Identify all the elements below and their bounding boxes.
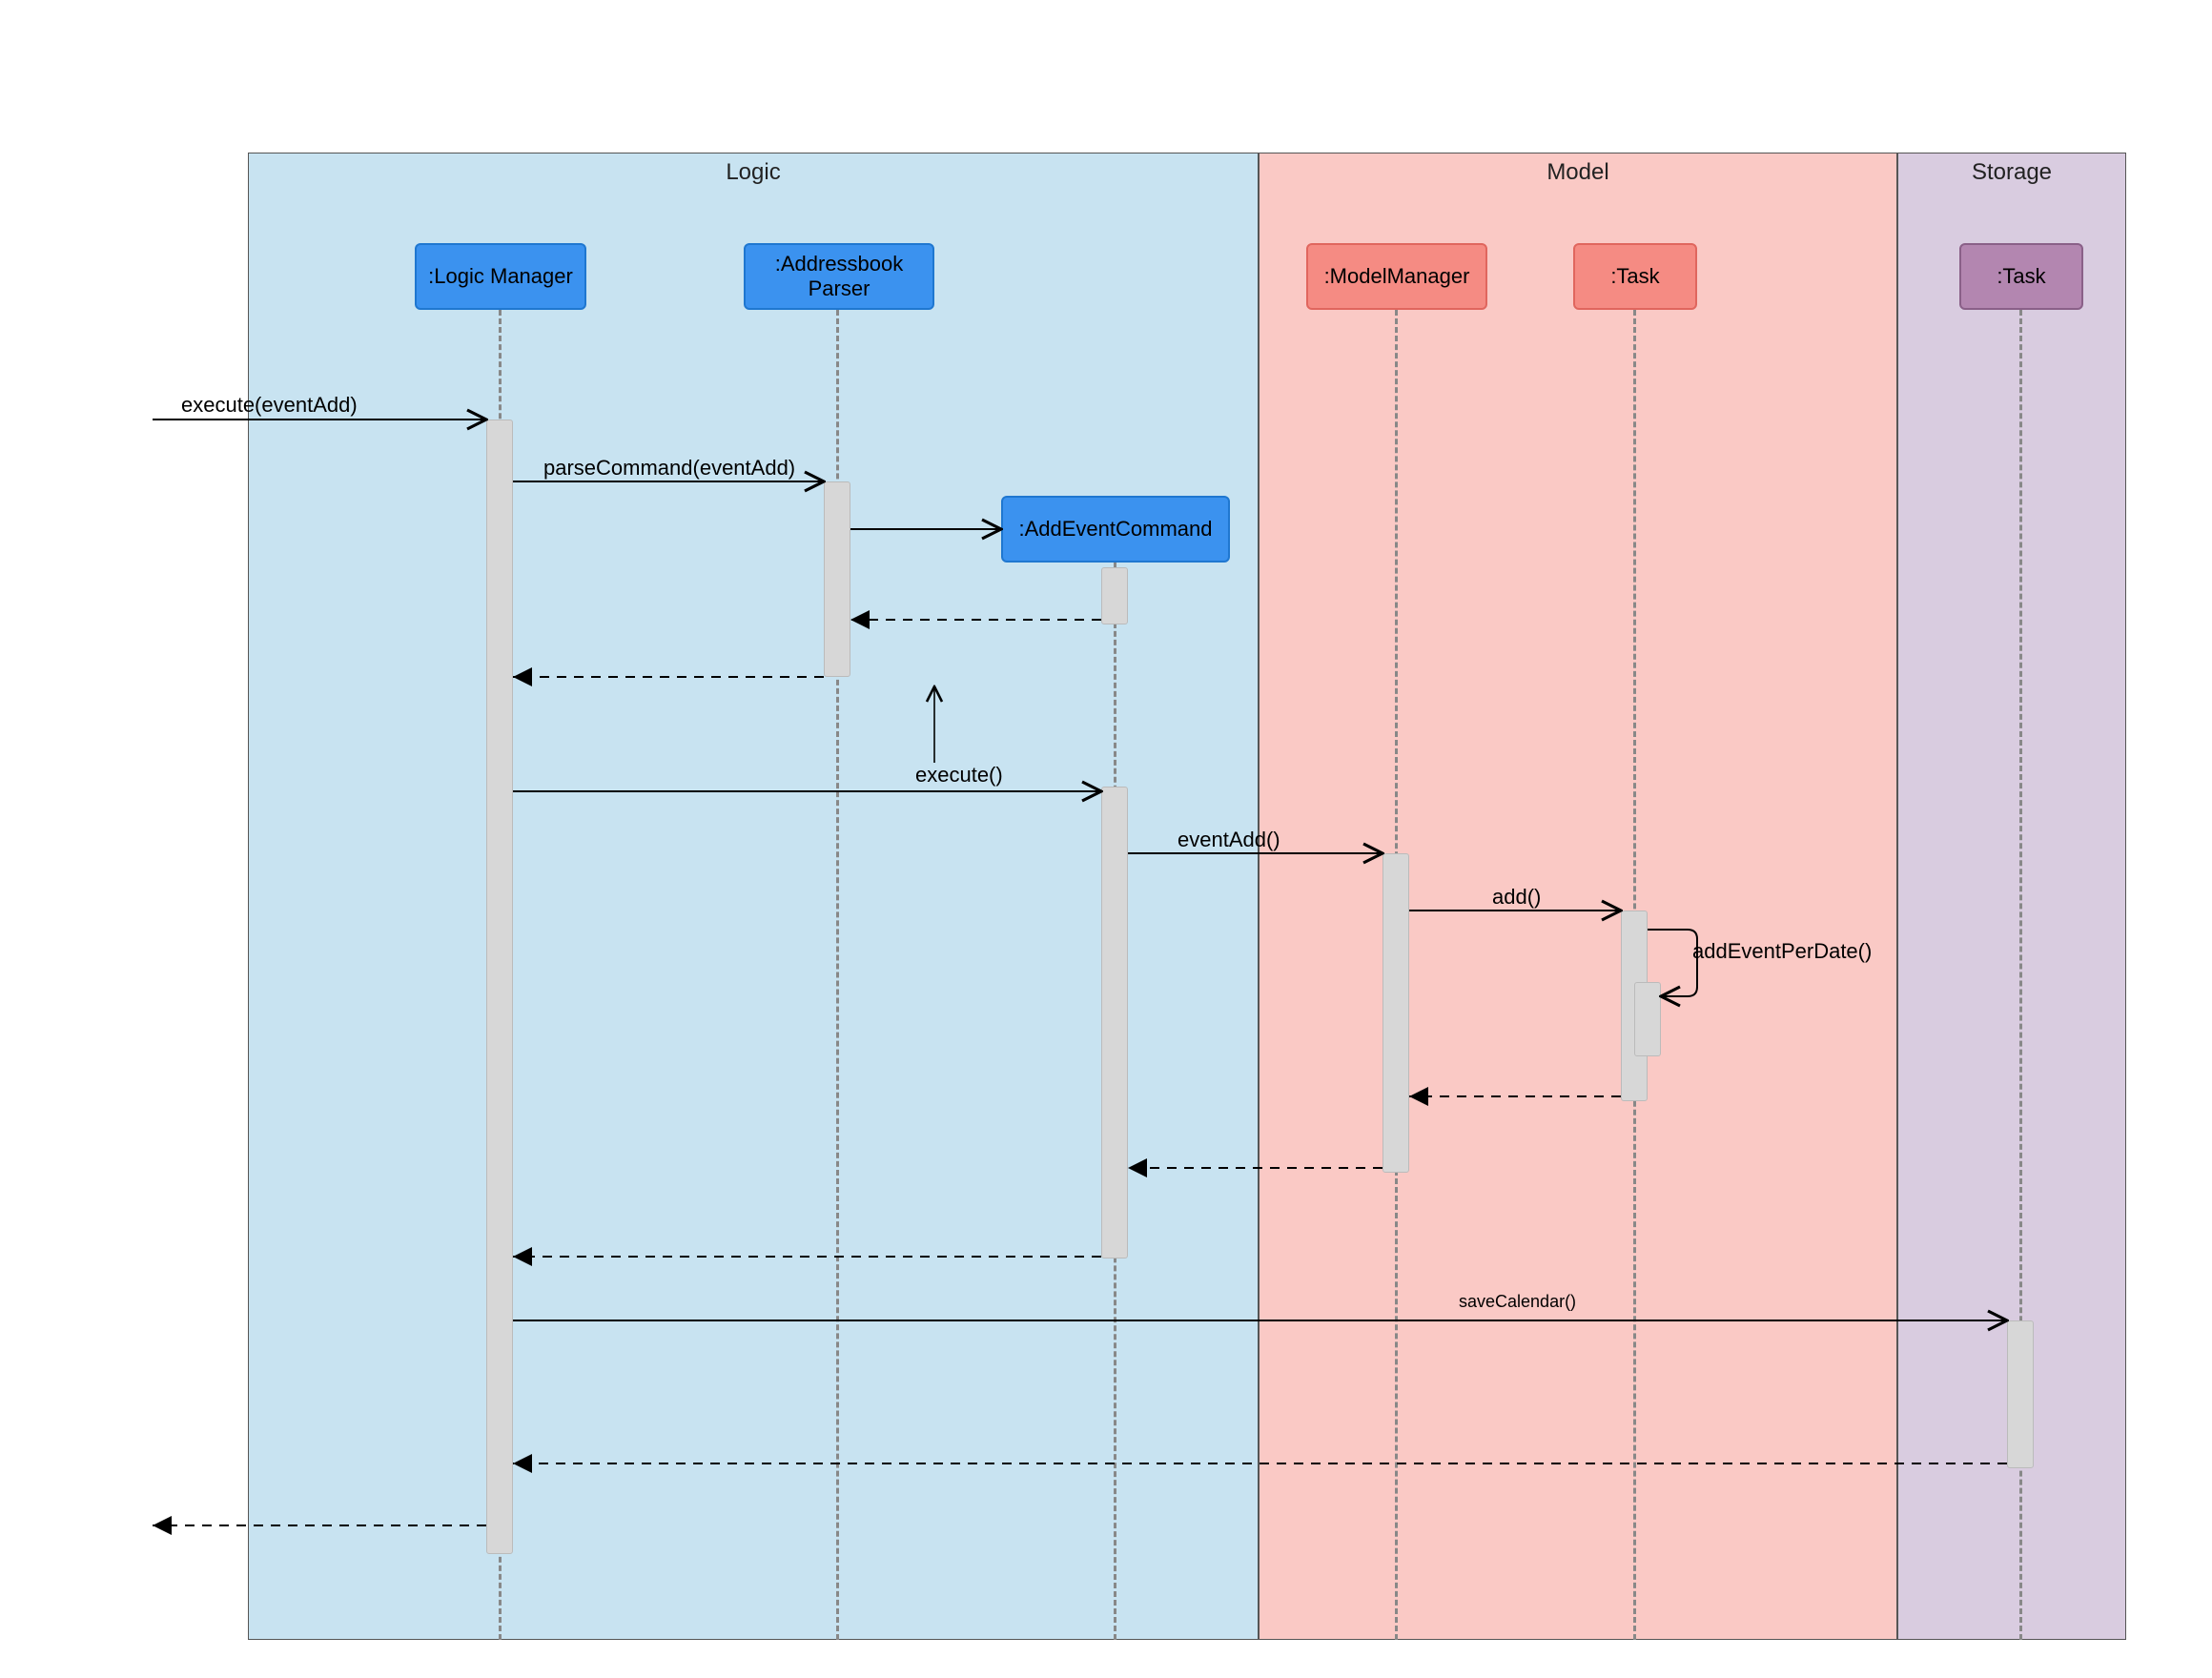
- region-model: Model: [1259, 153, 1897, 1640]
- activation-task-model-2: [1634, 982, 1661, 1056]
- label-m8: add(): [1492, 885, 1541, 910]
- lifeline-label: :ModelManager: [1324, 264, 1470, 289]
- activation-add-event-cmd-2: [1101, 787, 1128, 1258]
- lifeline-label: :Addressbook Parser: [746, 252, 932, 301]
- lifeline-label: :Task: [1997, 264, 2045, 289]
- label-m7: eventAdd(): [1178, 828, 1280, 852]
- activation-task-storage: [2007, 1320, 2034, 1468]
- lifeline-label: :Task: [1610, 264, 1659, 289]
- activation-logic-manager: [486, 420, 513, 1554]
- label-m6: execute(): [915, 763, 1003, 788]
- lifeline-head-task-model: :Task: [1573, 243, 1697, 310]
- label-m1: execute(eventAdd): [181, 393, 358, 418]
- region-storage-title: Storage: [1898, 153, 2125, 186]
- lifeline-head-logic-manager: :Logic Manager: [415, 243, 586, 310]
- lifeline-head-addressbook: :Addressbook Parser: [744, 243, 934, 310]
- activation-add-event-cmd-1: [1101, 567, 1128, 624]
- activation-model-manager: [1382, 853, 1409, 1173]
- label-m13: saveCalendar(): [1459, 1292, 1576, 1312]
- lifeline-head-add-event-cmd: :AddEventCommand: [1001, 496, 1230, 563]
- lifeline-label: :AddEventCommand: [1019, 517, 1213, 542]
- activation-addressbook: [824, 481, 850, 677]
- region-model-title: Model: [1260, 153, 1896, 186]
- label-m9: addEventPerDate(): [1692, 939, 1872, 964]
- region-logic-title: Logic: [249, 153, 1258, 186]
- label-m2: parseCommand(eventAdd): [543, 456, 795, 481]
- lifeline-head-model-manager: :ModelManager: [1306, 243, 1487, 310]
- lifeline-head-task-storage: :Task: [1959, 243, 2083, 310]
- lifeline-label: :Logic Manager: [428, 264, 573, 289]
